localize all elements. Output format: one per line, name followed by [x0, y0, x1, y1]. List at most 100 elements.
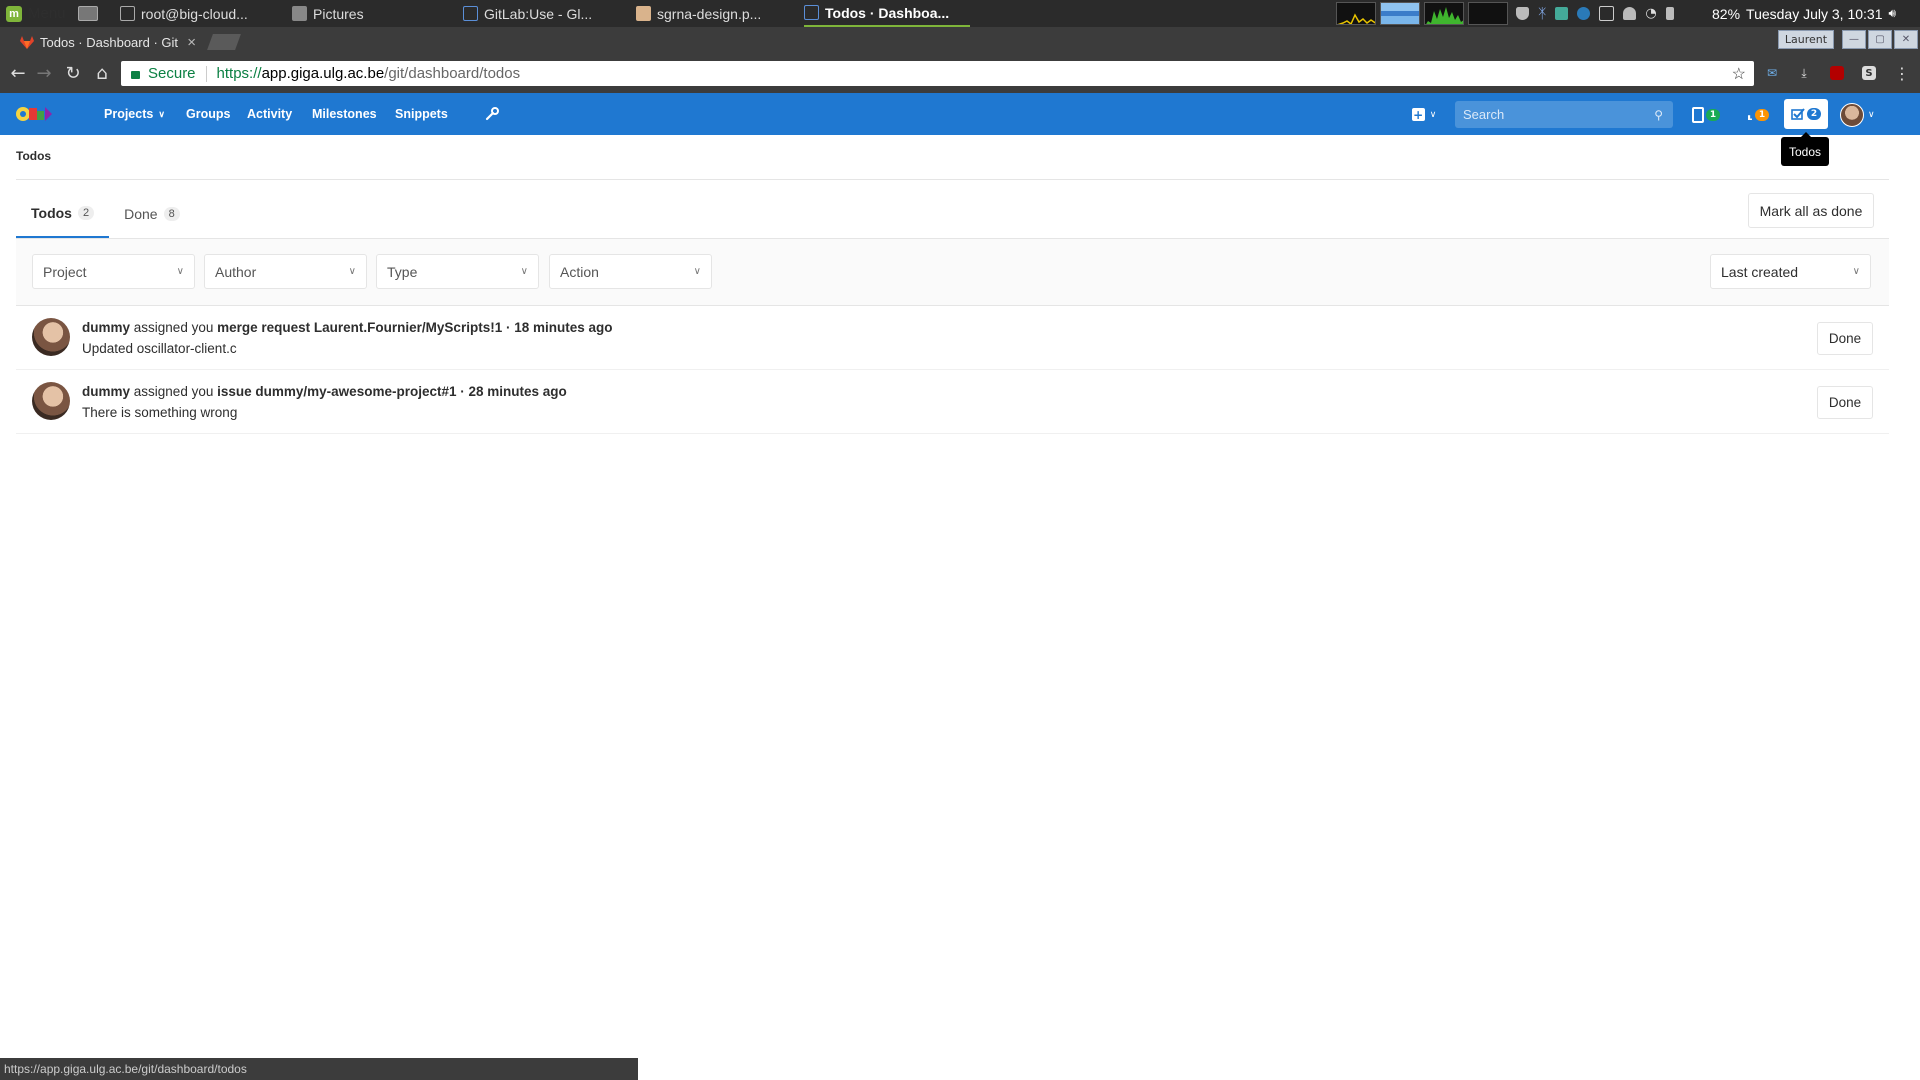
- todos-counter-button[interactable]: 2: [1784, 99, 1828, 129]
- show-desktop-button[interactable]: [78, 0, 98, 27]
- download-extension-icon[interactable]: ⤓: [1794, 62, 1814, 84]
- nav-milestones[interactable]: Milestones: [312, 93, 377, 135]
- back-arrow-icon[interactable]: ←: [5, 60, 31, 86]
- merge-requests-counter-button[interactable]: ⸤ 1: [1742, 101, 1774, 128]
- todo-target-type[interactable]: merge request: [217, 320, 310, 335]
- ublock-icon[interactable]: [1827, 62, 1847, 84]
- maximize-window-button[interactable]: ▢: [1868, 30, 1892, 49]
- chevron-down-icon: ∨: [176, 266, 184, 277]
- s-extension-icon[interactable]: S: [1859, 62, 1879, 84]
- author-filter-label: Author: [215, 263, 257, 280]
- type-filter-dropdown[interactable]: Type ∨: [376, 254, 539, 289]
- document-icon: [636, 6, 651, 21]
- nav-activity-label: Activity: [247, 107, 293, 121]
- search-input[interactable]: Search: [1463, 107, 1504, 122]
- search-icon: ⚲: [1654, 107, 1663, 122]
- user-icon[interactable]: [1623, 7, 1637, 20]
- task-todos-active[interactable]: Todos · Dashboa...: [804, 0, 970, 27]
- page-scrollbar[interactable]: [1904, 135, 1920, 1058]
- todo-target-link[interactable]: Laurent.Fournier/MyScripts!1: [314, 320, 502, 335]
- author-avatar[interactable]: [32, 382, 70, 420]
- mail-extension-icon[interactable]: ✉: [1762, 62, 1782, 84]
- mr-count-badge: 1: [1754, 108, 1770, 121]
- task-gitlab-doc[interactable]: GitLab:Use - Gl...: [463, 0, 592, 27]
- task-label: Todos · Dashboa...: [825, 4, 950, 21]
- nav-milestones-label: Milestones: [312, 107, 377, 121]
- todo-title: dummy assigned you merge request Laurent…: [82, 320, 613, 335]
- tab-todos[interactable]: Todos 2: [16, 190, 110, 238]
- lock-icon: [131, 70, 140, 79]
- address-bar[interactable]: Secure https://app.giga.ulg.ac.be/git/da…: [121, 61, 1754, 86]
- mark-all-done-button[interactable]: Mark all as done: [1748, 193, 1874, 228]
- search-box[interactable]: Search ⚲: [1455, 101, 1673, 128]
- disk-graph: [1468, 2, 1508, 25]
- action-filter-dropdown[interactable]: Action ∨: [549, 254, 712, 289]
- browser-tab-active[interactable]: Todos · Dashboard · Git ×: [8, 30, 204, 55]
- home-icon[interactable]: ⌂: [89, 60, 115, 86]
- new-tab-button[interactable]: [207, 34, 241, 50]
- todo-target-link[interactable]: dummy/my-awesome-project#1: [255, 384, 456, 399]
- nav-projects[interactable]: Projects ∨: [104, 93, 165, 135]
- todo-target-type[interactable]: issue: [217, 384, 252, 399]
- sort-dropdown[interactable]: Last created ∨: [1710, 254, 1871, 289]
- system-tray: ᛡ ◔: [1516, 0, 1674, 27]
- user-menu-dropdown[interactable]: ∨: [1840, 101, 1880, 128]
- wifi-icon[interactable]: ◔: [1645, 6, 1656, 21]
- sync-icon[interactable]: [1555, 7, 1569, 20]
- close-window-button[interactable]: ✕: [1894, 30, 1918, 49]
- reload-icon[interactable]: ↻: [60, 60, 86, 86]
- clipboard-icon[interactable]: [1599, 6, 1615, 21]
- wrench-icon: [485, 107, 499, 121]
- mint-logo-icon: m: [6, 5, 22, 22]
- nav-snippets[interactable]: Snippets: [395, 93, 448, 135]
- folder-icon: [292, 6, 307, 21]
- volume-icon[interactable]: 🔊︎: [1888, 6, 1896, 21]
- battery-percent: 82%: [1712, 5, 1741, 22]
- chevron-down-icon: ∨: [693, 266, 701, 277]
- todos-tooltip: Todos: [1781, 132, 1829, 166]
- chrome-icon: [463, 6, 478, 21]
- user-avatar: [1840, 102, 1864, 127]
- battery-icon[interactable]: [1665, 7, 1674, 20]
- task-terminal[interactable]: root@big-cloud...: [120, 0, 248, 27]
- os-menu-button[interactable]: m Menu: [6, 0, 66, 27]
- todo-check-icon: [1791, 108, 1805, 120]
- browser-menu-icon[interactable]: ⋮: [1892, 62, 1912, 84]
- todo-author-link[interactable]: dummy: [82, 320, 130, 335]
- todo-body: Updated oscillator-client.c: [82, 341, 237, 356]
- forward-arrow-icon[interactable]: →: [31, 60, 57, 86]
- new-item-dropdown[interactable]: + ∨: [1406, 101, 1442, 128]
- todo-author-link[interactable]: dummy: [82, 384, 130, 399]
- url-host: app.giga.ulg.ac.be: [261, 65, 385, 82]
- breadcrumb[interactable]: Todos: [16, 149, 51, 163]
- author-avatar[interactable]: [32, 318, 70, 356]
- todo-item[interactable]: [16, 370, 1889, 434]
- task-sgrna[interactable]: sgrna-design.p...: [636, 0, 761, 27]
- merge-request-icon: ⸤: [1746, 107, 1753, 122]
- clock-area[interactable]: 82% Tuesday July 3, 10:31 🔊︎: [1712, 0, 1896, 27]
- secure-label: Secure: [148, 65, 196, 82]
- close-tab-icon[interactable]: ×: [187, 34, 196, 51]
- todo-done-button[interactable]: Done: [1817, 322, 1873, 355]
- admin-area-button[interactable]: [485, 93, 499, 135]
- minimize-window-button[interactable]: —: [1842, 30, 1866, 49]
- plus-square-icon: +: [1411, 107, 1425, 122]
- network-graph: [1424, 2, 1464, 25]
- network-graph-icon: [1426, 7, 1463, 24]
- intel-icon[interactable]: [1577, 7, 1591, 20]
- bluetooth-icon[interactable]: ᛡ: [1538, 6, 1546, 22]
- issues-counter-button[interactable]: 1: [1690, 101, 1722, 128]
- tab-done[interactable]: Done 8: [109, 190, 195, 238]
- bookmark-star-icon[interactable]: ☆: [1732, 64, 1746, 84]
- todo-separator: ·: [460, 384, 465, 399]
- nav-activity[interactable]: Activity: [247, 93, 292, 135]
- nav-groups[interactable]: Groups: [186, 93, 230, 135]
- browser-tabstrip: [0, 27, 1920, 55]
- todo-item[interactable]: [16, 306, 1889, 370]
- project-filter-dropdown[interactable]: Project ∨: [32, 254, 195, 289]
- gitlab-home-logo[interactable]: [15, 101, 53, 127]
- task-pictures[interactable]: Pictures: [292, 0, 364, 27]
- todo-done-button[interactable]: Done: [1817, 386, 1873, 419]
- shield-icon[interactable]: [1516, 7, 1529, 20]
- author-filter-dropdown[interactable]: Author ∨: [204, 254, 367, 289]
